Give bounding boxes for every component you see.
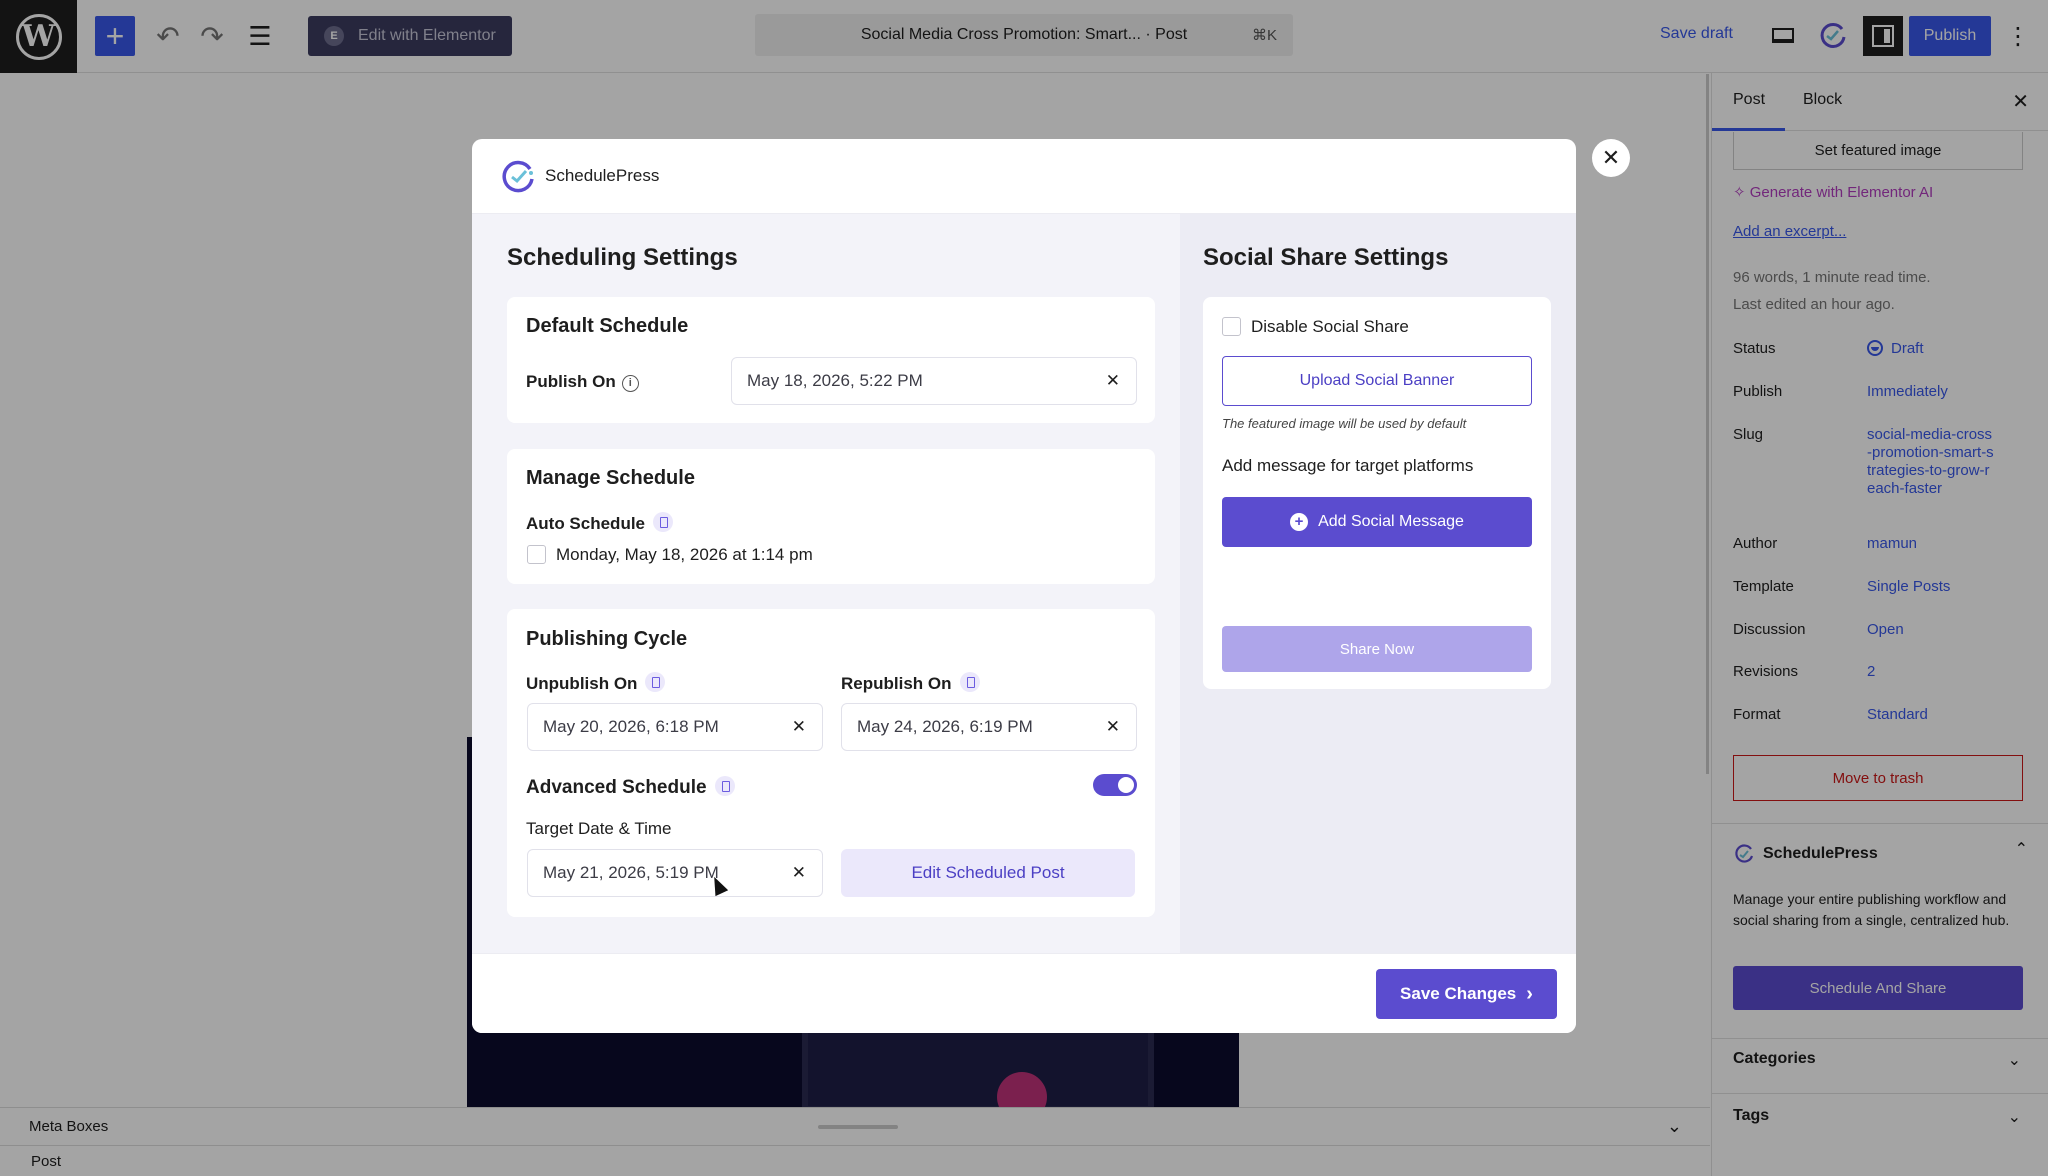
publish-on-label: Publish On i <box>526 372 639 392</box>
disable-social-share-label[interactable]: Disable Social Share <box>1251 317 1409 337</box>
add-social-message-label: Add Social Message <box>1318 513 1464 530</box>
doc-icon[interactable] <box>959 672 980 692</box>
doc-icon[interactable] <box>714 776 735 796</box>
auto-schedule-option[interactable]: Monday, May 18, 2026 at 1:14 pm <box>556 545 813 565</box>
brand-name: SchedulePress <box>545 166 660 185</box>
save-changes-label: Save Changes <box>1400 984 1517 1003</box>
edit-scheduled-post-button[interactable]: Edit Scheduled Post <box>841 849 1135 897</box>
chevron-right-icon: › <box>1526 982 1533 1005</box>
advanced-schedule-toggle[interactable] <box>1093 774 1137 796</box>
advanced-schedule-label: Advanced Schedule <box>526 776 735 799</box>
close-icon: ✕ <box>1601 145 1621 170</box>
add-social-message-button[interactable]: + Add Social Message <box>1222 497 1532 547</box>
default-schedule-title: Default Schedule <box>526 315 689 337</box>
schedulepress-brand: SchedulePress <box>501 158 659 194</box>
add-message-label: Add message for target platforms <box>1222 456 1474 475</box>
doc-icon[interactable] <box>653 512 674 532</box>
republish-on-value: May 24, 2026, 6:19 PM <box>857 717 1033 736</box>
auto-schedule-label: Auto Schedule <box>526 512 674 534</box>
target-date-time-label: Target Date & Time <box>526 819 672 838</box>
auto-schedule-checkbox[interactable] <box>527 545 546 564</box>
unpublish-on-field[interactable]: May 20, 2026, 6:18 PM ✕ <box>527 703 823 751</box>
upload-social-banner-button[interactable]: Upload Social Banner <box>1222 356 1532 406</box>
publish-on-field[interactable]: May 18, 2026, 5:22 PM ✕ <box>731 357 1137 405</box>
info-icon[interactable]: i <box>621 375 639 392</box>
publishing-cycle-title: Publishing Cycle <box>526 628 688 650</box>
featured-image-hint: The featured image will be used by defau… <box>1222 416 1467 431</box>
unpublish-on-label: Unpublish On <box>526 672 666 694</box>
republish-on-field[interactable]: May 24, 2026, 6:19 PM ✕ <box>841 703 1137 751</box>
modal-header: SchedulePress <box>472 139 1576 214</box>
unpublish-on-value: May 20, 2026, 6:18 PM <box>543 717 719 736</box>
disable-social-share-checkbox[interactable] <box>1222 317 1241 336</box>
clear-icon[interactable]: ✕ <box>792 863 806 883</box>
clear-icon[interactable]: ✕ <box>1106 371 1120 391</box>
social-share-settings-title: Social Share Settings <box>1203 244 1449 271</box>
republish-on-label: Republish On <box>841 672 980 694</box>
close-modal-button[interactable]: ✕ <box>1592 139 1630 177</box>
doc-icon[interactable] <box>645 672 666 692</box>
share-now-button[interactable]: Share Now <box>1222 626 1532 672</box>
manage-schedule-title: Manage Schedule <box>526 467 695 489</box>
scheduling-settings-title: Scheduling Settings <box>507 244 738 271</box>
save-changes-button[interactable]: Save Changes › <box>1376 969 1557 1019</box>
clear-icon[interactable]: ✕ <box>1106 717 1120 737</box>
target-date-time-value: May 21, 2026, 5:19 PM <box>543 863 719 882</box>
publish-on-value: May 18, 2026, 5:22 PM <box>747 371 923 390</box>
target-date-time-field[interactable]: May 21, 2026, 5:19 PM ✕ <box>527 849 823 897</box>
schedulepress-logo-icon <box>502 160 534 193</box>
plus-icon: + <box>1290 513 1309 531</box>
clear-icon[interactable]: ✕ <box>792 717 806 737</box>
